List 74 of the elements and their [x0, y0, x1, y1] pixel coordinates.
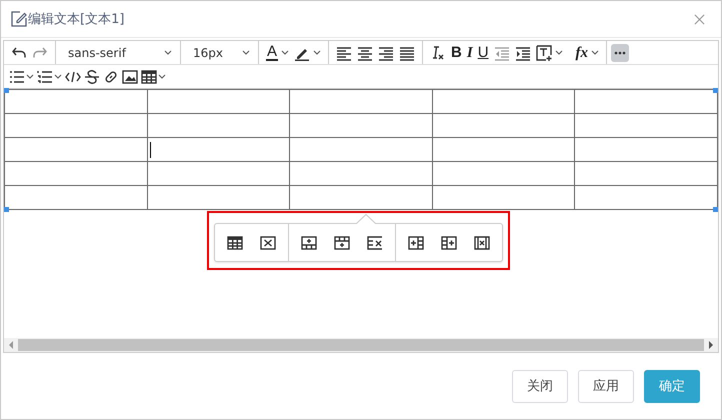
insert-row-above-icon[interactable]	[301, 234, 317, 250]
table-cell[interactable]	[5, 138, 148, 162]
table-cell[interactable]	[290, 138, 433, 162]
caret-icon	[242, 50, 250, 55]
text-box-icon[interactable]	[536, 44, 552, 60]
font-color-button[interactable]: A	[266, 44, 278, 60]
indent-icon[interactable]	[514, 44, 531, 60]
outdent-icon[interactable]	[494, 44, 510, 60]
content-table[interactable]	[4, 89, 718, 210]
table-cell[interactable]	[148, 114, 290, 138]
table-cell[interactable]	[575, 162, 718, 186]
table-cell[interactable]	[5, 114, 148, 138]
table-cell[interactable]	[5, 162, 148, 186]
horizontal-scrollbar[interactable]	[4, 338, 718, 352]
insert-row-below-icon[interactable]	[334, 234, 350, 250]
caret-icon[interactable]	[158, 74, 166, 79]
align-justify-icon[interactable]	[399, 44, 416, 60]
bold-button[interactable]: B	[451, 44, 462, 60]
numbered-list-icon[interactable]	[37, 68, 53, 84]
more-icon	[614, 50, 626, 54]
table-cell[interactable]	[432, 138, 576, 162]
table-cell[interactable]	[148, 186, 290, 210]
table-cell[interactable]	[432, 114, 576, 138]
caret-icon[interactable]	[281, 50, 290, 55]
caret-icon	[164, 50, 172, 55]
insert-column-left-icon[interactable]	[408, 234, 424, 250]
strikethrough-icon[interactable]	[84, 68, 100, 84]
formula-button[interactable]: fx	[576, 44, 588, 60]
table-cell[interactable]	[290, 162, 433, 186]
caret-icon[interactable]	[591, 50, 600, 55]
table-cell[interactable]	[290, 90, 433, 114]
caret-icon[interactable]	[554, 50, 563, 55]
clear-format-icon[interactable]	[430, 44, 446, 60]
align-right-icon[interactable]	[378, 44, 394, 60]
image-icon[interactable]	[122, 68, 138, 84]
table-cell[interactable]	[432, 186, 576, 210]
caret-icon[interactable]	[54, 74, 62, 79]
edit-icon	[11, 11, 27, 27]
table-cell[interactable]	[148, 162, 290, 186]
delete-row-icon[interactable]	[367, 234, 383, 250]
font-family-select[interactable]: sans-serif	[56, 41, 181, 64]
more-button[interactable]	[611, 44, 630, 62]
table-icon[interactable]	[141, 68, 157, 84]
table-cell[interactable]	[432, 162, 576, 186]
resize-handle[interactable]	[4, 88, 9, 93]
link-icon[interactable]	[103, 68, 119, 84]
caret-icon[interactable]	[26, 74, 34, 79]
table-cell[interactable]	[290, 114, 433, 138]
font-size-select[interactable]: 16px	[181, 41, 259, 64]
resize-handle[interactable]	[4, 207, 9, 212]
align-center-icon[interactable]	[357, 44, 374, 60]
table-cell[interactable]	[290, 186, 433, 210]
table-cell[interactable]	[148, 90, 290, 114]
close-icon[interactable]	[694, 14, 705, 24]
dialog-button[interactable]: 关闭	[512, 370, 568, 402]
insert-column-right-icon[interactable]	[441, 234, 457, 250]
dialog-title: 编辑文本[文本1]	[28, 11, 124, 28]
underline-button[interactable]: U	[478, 44, 489, 60]
delete-column-icon[interactable]	[474, 234, 490, 250]
align-left-icon[interactable]	[336, 44, 352, 60]
resize-handle[interactable]	[713, 207, 718, 212]
caret-icon[interactable]	[313, 50, 322, 55]
scroll-right-icon[interactable]	[708, 341, 714, 349]
table-cell[interactable]	[575, 138, 718, 162]
resize-handle[interactable]	[713, 88, 718, 93]
text-cursor	[150, 142, 152, 158]
bullet-list-icon[interactable]	[9, 68, 25, 84]
dialog-button[interactable]: 应用	[578, 370, 634, 402]
table-cell[interactable]	[432, 90, 576, 114]
delete-table-icon[interactable]	[260, 234, 276, 250]
table-cell[interactable]	[148, 138, 290, 162]
italic-button[interactable]: I	[466, 44, 473, 60]
table-icon[interactable]	[227, 234, 243, 250]
table-cell[interactable]	[575, 114, 718, 138]
